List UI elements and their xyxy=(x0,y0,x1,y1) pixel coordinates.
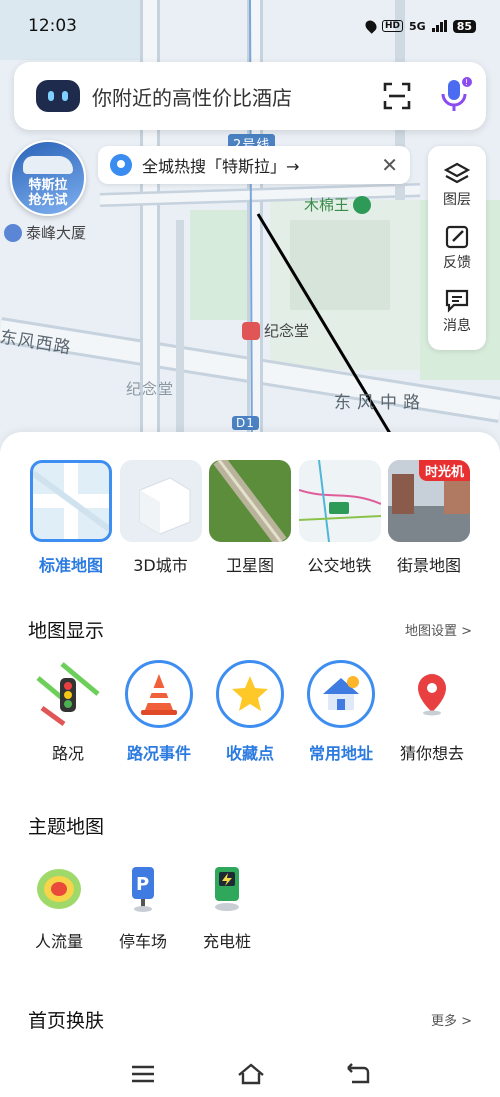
signal-icon xyxy=(431,20,447,32)
3d-city-thumbnail xyxy=(119,460,202,542)
layers-icon xyxy=(444,163,470,184)
skin-more-link[interactable]: 更多 > xyxy=(431,1010,472,1029)
map-settings-panel: 标准地图 3D城市 卫星图 公交地铁 时光机 街景地图 地图显示 地图设置 > … xyxy=(0,432,500,1097)
map-settings-link[interactable]: 地图设置 > xyxy=(405,620,472,639)
map-display-header: 地图显示 地图设置 > xyxy=(28,616,472,643)
search-input[interactable]: 你附近的高性价比酒店 xyxy=(92,82,382,111)
menu-icon[interactable] xyxy=(130,1062,156,1086)
tesla-promo-badge[interactable]: 特斯拉 抢先试 xyxy=(10,140,86,216)
map-type-transit[interactable]: 公交地铁 xyxy=(297,460,383,576)
theme-map-header: 主题地图 xyxy=(28,812,472,839)
streetview-thumbnail: 时光机 xyxy=(388,460,470,542)
standard-map-thumbnail xyxy=(30,460,112,542)
svg-text:!: ! xyxy=(465,78,468,87)
assistant-robot-icon[interactable] xyxy=(36,80,80,112)
display-common-address[interactable]: 常用地址 xyxy=(301,660,381,764)
home-icon xyxy=(307,660,375,728)
metro-station-label: D1 xyxy=(232,416,259,430)
star-icon xyxy=(216,660,284,728)
poi-mumianwang[interactable]: 木棉王 xyxy=(304,194,372,215)
hot-search-text[interactable]: 全城热搜「特斯拉」→ xyxy=(142,153,299,177)
hd-badge: HD xyxy=(381,20,403,32)
status-time: 12:03 xyxy=(28,16,77,36)
feedback-icon xyxy=(445,225,469,249)
tool-messages[interactable]: 消息 xyxy=(443,287,471,335)
map-display-options: 路况 路况事件 收藏点 常用地址 猜你想去 xyxy=(28,660,472,764)
charging-station-icon xyxy=(200,862,254,916)
location-status-icon xyxy=(363,18,379,34)
poi-memorial-station[interactable]: 纪念堂 xyxy=(242,320,309,341)
status-icons: HD 5G 85 xyxy=(363,18,476,34)
map-type-standard[interactable]: 标准地图 xyxy=(28,460,114,576)
theme-charging[interactable]: 充电桩 xyxy=(196,862,258,952)
location-marker-icon xyxy=(398,660,466,728)
map-display-title: 地图显示 xyxy=(28,620,105,642)
location-pin-icon xyxy=(110,154,132,176)
tesla-badge-line1: 特斯拉 xyxy=(28,178,68,193)
hot-search-chip[interactable]: 全城热搜「特斯拉」→ ✕ xyxy=(98,146,410,184)
display-guess-destination[interactable]: 猜你想去 xyxy=(392,660,472,764)
message-icon xyxy=(445,289,469,313)
theme-map-title: 主题地图 xyxy=(28,816,105,838)
svg-text:P: P xyxy=(136,874,149,895)
car-icon xyxy=(23,156,73,174)
traffic-light-icon xyxy=(34,660,102,728)
theme-parking[interactable]: P 停车场 xyxy=(112,862,174,952)
scan-icon[interactable] xyxy=(382,81,412,111)
tool-layers[interactable]: 图层 xyxy=(443,161,471,209)
tool-feedback[interactable]: 反馈 xyxy=(443,224,471,272)
metro-icon xyxy=(242,321,260,340)
satellite-thumbnail xyxy=(209,460,291,542)
parking-icon: P xyxy=(116,862,170,916)
status-bar: 12:03 HD 5G 85 xyxy=(0,0,500,52)
heatmap-icon xyxy=(32,862,86,916)
display-traffic[interactable]: 路况 xyxy=(28,660,108,764)
map-type-satellite[interactable]: 卫星图 xyxy=(207,460,293,576)
close-icon[interactable]: ✕ xyxy=(381,153,398,177)
display-traffic-events[interactable]: 路况事件 xyxy=(119,660,199,764)
skin-title: 首页换肤 xyxy=(28,1010,105,1032)
area-label-memorial: 纪念堂 xyxy=(126,380,175,398)
tree-icon xyxy=(353,195,372,214)
network-label: 5G xyxy=(409,19,426,33)
building-icon xyxy=(4,223,22,242)
theme-crowd-flow[interactable]: 人流量 xyxy=(28,862,90,952)
display-favorites[interactable]: 收藏点 xyxy=(210,660,290,764)
map-type-streetview[interactable]: 时光机 街景地图 xyxy=(386,460,472,576)
back-icon[interactable] xyxy=(344,1062,370,1086)
map-type-3d[interactable]: 3D城市 xyxy=(118,460,204,576)
traffic-cone-icon xyxy=(125,660,193,728)
poi-taifeng[interactable]: 泰峰大厦 xyxy=(4,222,86,243)
road-label-dongfeng-mid: 东风中路 xyxy=(334,393,426,413)
map-type-selector: 标准地图 3D城市 卫星图 公交地铁 时光机 街景地图 xyxy=(28,460,472,576)
skin-header: 首页换肤 更多 > xyxy=(28,1006,472,1033)
voice-mic-icon[interactable]: ! xyxy=(438,76,472,116)
time-machine-badge: 时光机 xyxy=(418,460,470,481)
map-side-toolbar: 图层 反馈 消息 xyxy=(428,146,486,350)
tesla-badge-line2: 抢先试 xyxy=(28,193,68,208)
system-nav-bar xyxy=(0,1050,500,1097)
transit-thumbnail xyxy=(298,460,381,542)
theme-map-options: 人流量 P 停车场 充电桩 xyxy=(28,862,258,952)
battery-indicator: 85 xyxy=(452,19,476,33)
search-bar[interactable]: 你附近的高性价比酒店 ! xyxy=(14,62,486,130)
home-nav-icon[interactable] xyxy=(237,1062,264,1086)
